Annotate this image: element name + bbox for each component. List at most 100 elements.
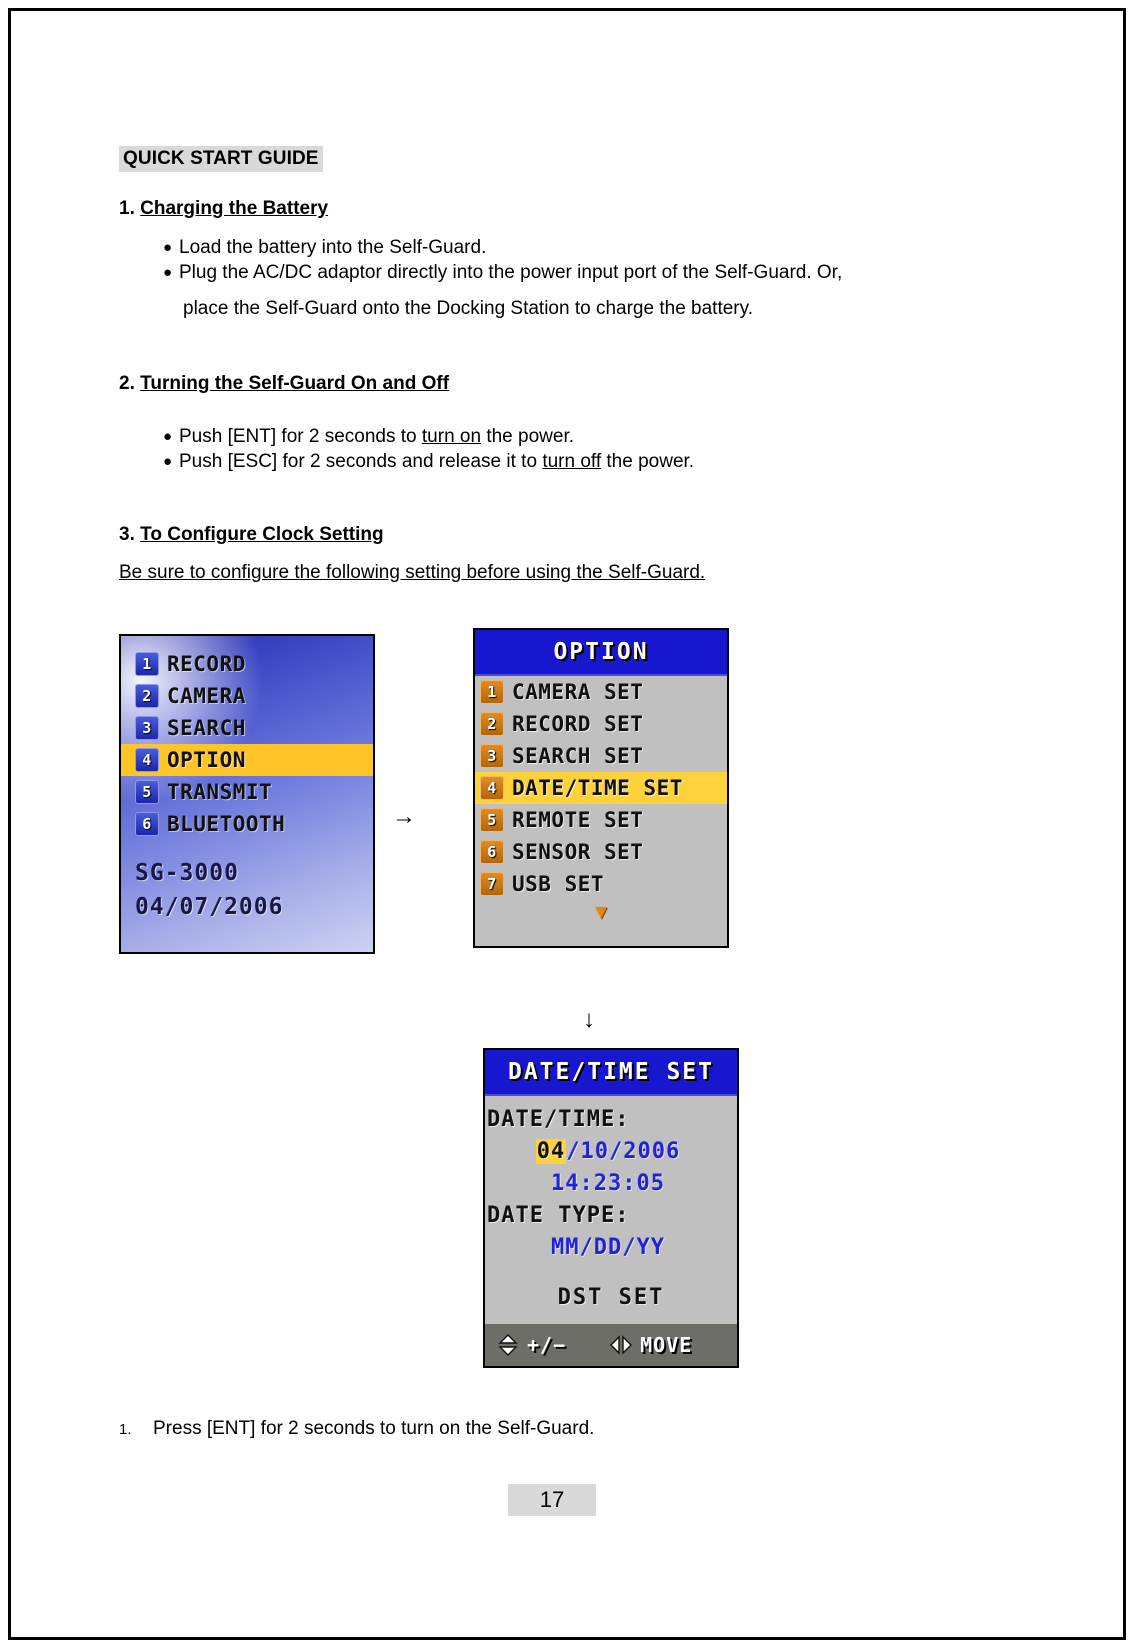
text-fragment: Push [ESC] for 2 seconds and release it … <box>179 451 543 472</box>
footer-step: 1. Press [ENT] for 2 seconds to turn on … <box>119 1418 594 1440</box>
date-rest: /10/2006 <box>566 1139 681 1164</box>
list-item: ● Push [ENT] for 2 seconds to turn on th… <box>163 424 574 449</box>
bullet-icon: ● <box>163 239 173 256</box>
bullet-icon: ● <box>163 428 173 445</box>
menu-number-badge: 1 <box>135 652 159 676</box>
updown-hint-label: +/− <box>527 1333 567 1357</box>
option-item-date-time-set[interactable]: 4 DATE/TIME SET <box>475 772 727 804</box>
device-info: SG-3000 04/07/2006 <box>121 856 373 924</box>
list-item: ● Load the battery into the Self-Guard. <box>163 235 486 260</box>
section-3-heading: 3. To Configure Clock Setting <box>119 524 384 546</box>
date-month-field[interactable]: 04 <box>535 1139 567 1164</box>
option-item-search-set[interactable]: 3 SEARCH SET <box>475 740 727 772</box>
arrow-right-icon: → <box>392 803 416 830</box>
menu-number-badge: 5 <box>135 780 159 804</box>
menu-number-badge: 5 <box>480 808 504 832</box>
section-1-heading: 1. Charging the Battery <box>119 198 328 220</box>
list-item: ● Push [ESC] for 2 seconds and release i… <box>163 449 694 474</box>
option-item-label: SEARCH SET <box>512 744 644 768</box>
left-right-arrow-icon <box>608 1332 634 1358</box>
datetime-screen-title: DATE/TIME SET <box>485 1050 737 1096</box>
lcd-screen-date-time-set: DATE/TIME SET DATE/TIME: 04/10/2006 14:2… <box>483 1048 739 1368</box>
text-fragment: the power. <box>481 426 574 447</box>
menu-number-badge: 4 <box>135 748 159 772</box>
page-number: 17 <box>508 1484 596 1516</box>
section-2-heading: 2. Turning the Self-Guard On and Off <box>119 373 449 395</box>
menu-number-badge: 6 <box>135 812 159 836</box>
section-3-note: Be sure to configure the following setti… <box>119 562 706 583</box>
section-2-number: 2. <box>119 373 135 394</box>
lcd-screen-main-menu: 1 RECORD 2 CAMERA 3 SEARCH 4 OPTION 5 TR… <box>119 634 375 954</box>
menu-item-label: RECORD <box>167 652 246 676</box>
list-item-label: Push [ENT] for 2 seconds to turn on the … <box>179 424 574 449</box>
date-type-value[interactable]: MM/DD/YY <box>485 1232 737 1264</box>
text-fragment: the power. <box>601 451 695 472</box>
bullet-icon: ● <box>163 453 173 470</box>
option-item-usb-set[interactable]: 7 USB SET <box>475 868 727 900</box>
up-down-arrow-icon <box>495 1332 521 1358</box>
leftright-hint-label: MOVE <box>640 1333 693 1357</box>
menu-item-camera[interactable]: 2 CAMERA <box>135 680 373 712</box>
section-3-title: To Configure Clock Setting <box>140 524 384 545</box>
page-title: QUICK START GUIDE <box>119 146 323 172</box>
scroll-down-icon[interactable]: ▼ <box>475 900 727 922</box>
menu-item-transmit[interactable]: 5 TRANSMIT <box>135 776 373 808</box>
menu-item-label: BLUETOOTH <box>167 812 286 836</box>
device-model: SG-3000 <box>135 860 239 886</box>
section-1-number: 1. <box>119 198 135 219</box>
text-fragment: Push [ENT] for 2 seconds to <box>179 426 422 447</box>
option-item-label: RECORD SET <box>512 712 644 736</box>
text-fragment-underlined: turn off <box>542 451 602 472</box>
option-item-camera-set[interactable]: 1 CAMERA SET <box>475 676 727 708</box>
page-content: QUICK START GUIDE 1. Charging the Batter… <box>0 0 1138 1652</box>
list-item: ● Plug the AC/DC adaptor directly into t… <box>163 260 842 285</box>
updown-hint: +/− <box>495 1332 566 1358</box>
option-item-record-set[interactable]: 2 RECORD SET <box>475 708 727 740</box>
option-item-label: DATE/TIME SET <box>512 776 683 800</box>
option-item-remote-set[interactable]: 5 REMOTE SET <box>475 804 727 836</box>
option-item-sensor-set[interactable]: 6 SENSOR SET <box>475 836 727 868</box>
option-screen-title: OPTION <box>475 630 727 676</box>
list-item-label: Load the battery into the Self-Guard. <box>179 237 487 258</box>
date-type-label: DATE TYPE: <box>487 1203 630 1228</box>
list-item-label: Plug the AC/DC adaptor directly into the… <box>179 262 843 283</box>
menu-item-label: TRANSMIT <box>167 780 273 804</box>
option-item-label: SENSOR SET <box>512 840 644 864</box>
menu-number-badge: 3 <box>480 744 504 768</box>
option-item-label: CAMERA SET <box>512 680 644 704</box>
menu-item-bluetooth[interactable]: 6 BLUETOOTH <box>135 808 373 840</box>
option-item-label: USB SET <box>512 872 605 896</box>
time-value[interactable]: 14:23:05 <box>485 1168 737 1200</box>
menu-number-badge: 2 <box>480 712 504 736</box>
date-value[interactable]: 04/10/2006 <box>485 1136 737 1168</box>
datetime-footer-bar: +/− MOVE <box>485 1324 737 1366</box>
menu-number-badge: 7 <box>480 872 504 896</box>
menu-number-badge: 6 <box>480 840 504 864</box>
main-menu-list: 1 RECORD 2 CAMERA 3 SEARCH 4 OPTION 5 TR… <box>121 636 373 840</box>
menu-item-label: SEARCH <box>167 716 246 740</box>
option-item-label: REMOTE SET <box>512 808 644 832</box>
section-3-number: 3. <box>119 524 135 545</box>
menu-item-option[interactable]: 4 OPTION <box>121 744 373 776</box>
datetime-label: DATE/TIME: <box>487 1107 630 1132</box>
menu-number-badge: 4 <box>480 776 504 800</box>
section-1-title: Charging the Battery <box>140 198 329 219</box>
option-menu-list: 1 CAMERA SET 2 RECORD SET 3 SEARCH SET 4… <box>475 676 727 900</box>
menu-item-label: OPTION <box>167 748 246 772</box>
bullet-icon: ● <box>163 264 173 281</box>
list-item-continuation: place the Self-Guard onto the Docking St… <box>183 298 753 319</box>
section-2-title: Turning the Self-Guard On and Off <box>140 373 450 394</box>
menu-number-badge: 3 <box>135 716 159 740</box>
datetime-body: DATE/TIME: 04/10/2006 14:23:05 DATE TYPE… <box>485 1096 737 1314</box>
menu-number-badge: 1 <box>480 680 504 704</box>
menu-item-search[interactable]: 3 SEARCH <box>135 712 373 744</box>
dst-set-button[interactable]: DST SET <box>485 1282 737 1314</box>
footer-step-label: Press [ENT] for 2 seconds to turn on the… <box>153 1418 595 1439</box>
menu-item-record[interactable]: 1 RECORD <box>135 648 373 680</box>
lcd-screen-option-menu: OPTION 1 CAMERA SET 2 RECORD SET 3 SEARC… <box>473 628 729 948</box>
leftright-hint: MOVE <box>608 1332 692 1358</box>
menu-number-badge: 2 <box>135 684 159 708</box>
list-item-label: Push [ESC] for 2 seconds and release it … <box>179 449 694 474</box>
footer-step-number: 1. <box>119 1421 132 1438</box>
menu-item-label: CAMERA <box>167 684 246 708</box>
